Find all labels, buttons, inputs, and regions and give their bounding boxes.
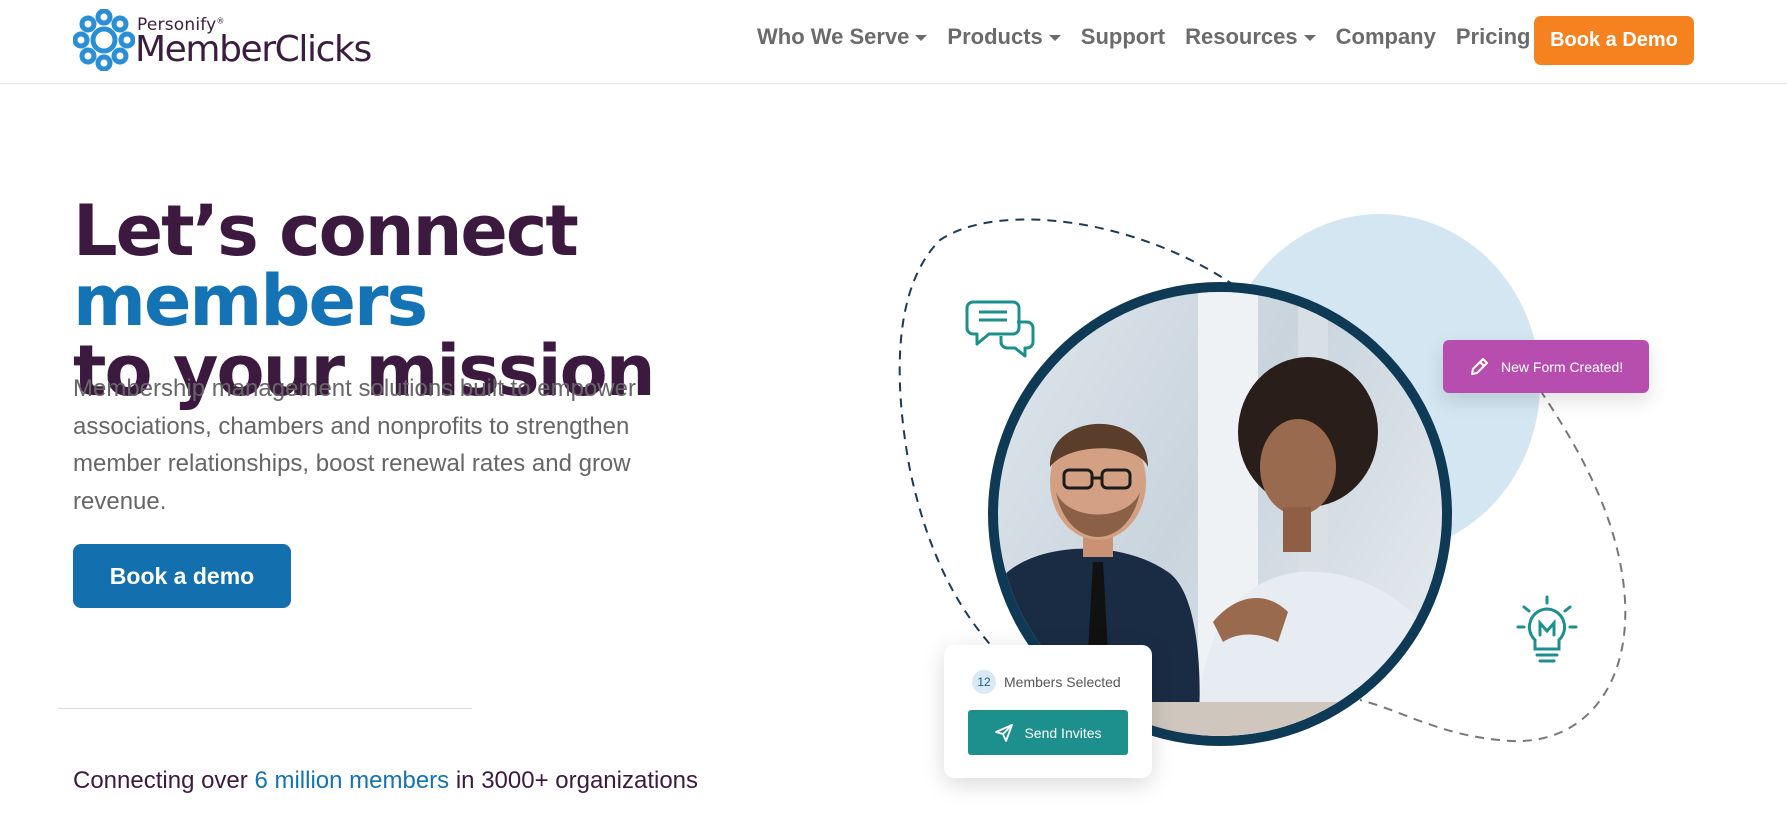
memberclicks-logo[interactable]: Personify® MemberClicks — [73, 9, 393, 71]
site-header: Personify® MemberClicks Who We Serve Pro… — [0, 0, 1787, 84]
divider — [58, 708, 472, 709]
stats-highlight: 6 million members — [254, 767, 450, 794]
chevron-down-icon — [1303, 35, 1316, 41]
chevron-down-icon — [1048, 35, 1061, 41]
nav-support[interactable]: Support — [1081, 24, 1165, 50]
hero-description: Membership management solutions built to… — [73, 375, 636, 515]
members-count-badge: 12 — [972, 670, 996, 694]
members-card: 12 Members Selected Send Invites — [944, 645, 1152, 778]
flower-logo-icon — [73, 9, 135, 71]
hero-illustration: New Form Created! 12 Members Selected Se… — [880, 180, 1700, 818]
nav-company[interactable]: Company — [1336, 24, 1436, 50]
logo-memberclicks: MemberClicks — [135, 29, 372, 70]
stats-line: Connecting over 6 million members in 300… — [73, 767, 699, 794]
pencil-icon — [1469, 357, 1489, 377]
chat-bubbles-icon — [965, 300, 1035, 358]
paper-plane-icon — [995, 723, 1014, 742]
book-demo-hero-button[interactable]: Book a demo — [73, 544, 291, 608]
nav-resources[interactable]: Resources — [1185, 24, 1316, 50]
chevron-down-icon — [915, 35, 928, 41]
send-invites-button[interactable]: Send Invites — [968, 710, 1128, 755]
book-demo-header-button[interactable]: Book a Demo — [1534, 16, 1694, 65]
main-nav: Who We Serve Products Support Resources … — [757, 24, 1568, 50]
lightbulb-icon — [1516, 595, 1578, 663]
nav-who-we-serve[interactable]: Who We Serve — [757, 24, 928, 50]
new-form-badge: New Form Created! — [1443, 340, 1649, 393]
members-selected-label: Members Selected — [1004, 674, 1121, 690]
nav-products[interactable]: Products — [947, 24, 1061, 50]
